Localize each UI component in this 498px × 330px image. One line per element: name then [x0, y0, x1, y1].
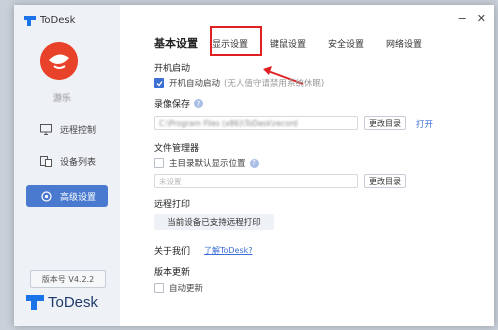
- settings-content: 基本设置 显示设置 键鼠设置 安全设置 网络设置 开机启动 开机自动启动 (无人…: [120, 5, 494, 326]
- sidebar-item-advanced-settings[interactable]: 高级设置: [26, 185, 108, 207]
- avatar[interactable]: [40, 42, 78, 80]
- files-checkbox[interactable]: [154, 158, 164, 168]
- remote-control-icon: [40, 123, 52, 135]
- section-title-about: 关于我们: [154, 247, 191, 257]
- tab-basic-settings[interactable]: 基本设置: [154, 35, 198, 51]
- sidebar-item-label: 高级设置: [60, 192, 97, 203]
- files-option[interactable]: 主目录默认显示位置 ?: [154, 157, 259, 169]
- todesk-logo-icon: [26, 295, 44, 310]
- settings-tabs: 基本设置 显示设置 键鼠设置 安全设置 网络设置: [154, 33, 444, 53]
- section-about: 关于我们 了解ToDesk?: [154, 244, 253, 257]
- sidebar-item-label: 设备列表: [60, 157, 97, 168]
- tab-network-settings[interactable]: 网络设置: [386, 37, 422, 50]
- recording-open-link[interactable]: 打开: [416, 118, 433, 130]
- startup-option[interactable]: 开机自动启动 (无人值守请禁用系统休眠): [154, 77, 324, 89]
- startup-label: 开机自动启动: [169, 79, 221, 89]
- highlight-box: [210, 26, 262, 56]
- sidebar-item-label: 远程控制: [60, 125, 97, 136]
- update-option[interactable]: 自动更新: [154, 282, 203, 294]
- files-path-placeholder: 未设置: [159, 176, 182, 186]
- section-title-recording: 录像保存: [154, 100, 191, 110]
- app-title-text: ToDesk: [40, 15, 76, 26]
- section-title-files: 文件管理器: [154, 144, 200, 154]
- sidebar: ToDesk 游乐 远程控制 设备列表 高级设置 版本号 V4.2.2 ToDe…: [14, 5, 120, 326]
- sidebar-item-remote-control[interactable]: 远程控制: [26, 118, 108, 140]
- auto-update-checkbox[interactable]: [154, 283, 164, 293]
- avatar-icon: [40, 42, 78, 80]
- section-title-remote-print: 远程打印: [154, 200, 191, 210]
- help-icon[interactable]: ?: [194, 99, 204, 108]
- recording-change-dir-button[interactable]: 更改目录: [364, 116, 406, 130]
- user-name: 游乐: [52, 94, 71, 104]
- bottom-brand-text: ToDesk: [48, 294, 99, 311]
- files-path-field[interactable]: 未设置: [154, 174, 358, 188]
- version-badge: 版本号 V4.2.2: [30, 270, 106, 288]
- recording-path-field[interactable]: C:\Program Files (x86)\ToDesk\record: [154, 116, 358, 130]
- sidebar-item-device-list[interactable]: 设备列表: [26, 150, 108, 172]
- recording-path-value: C:\Program Files (x86)\ToDesk\record: [159, 118, 298, 128]
- app-title: ToDesk: [24, 15, 75, 26]
- section-recording: 录像保存 ?: [154, 97, 204, 110]
- todesk-window: ToDesk 游乐 远程控制 设备列表 高级设置 版本号 V4.2.2 ToDe…: [14, 5, 494, 326]
- files-change-dir-button[interactable]: 更改目录: [364, 174, 406, 188]
- todesk-logo-icon: [24, 15, 36, 26]
- settings-icon: [40, 190, 52, 202]
- help-icon[interactable]: ?: [249, 158, 259, 168]
- remote-print-button[interactable]: 当前设备已支持远程打印: [154, 214, 274, 230]
- device-list-icon: [40, 155, 52, 167]
- tab-keyboard-mouse-settings[interactable]: 键鼠设置: [270, 37, 306, 50]
- startup-checkbox[interactable]: [154, 78, 164, 88]
- files-option-label: 主目录默认显示位置: [169, 159, 246, 169]
- about-link[interactable]: 了解ToDesk?: [204, 245, 253, 256]
- tab-security-settings[interactable]: 安全设置: [328, 37, 364, 50]
- section-title-update: 版本更新: [154, 268, 191, 278]
- section-title-startup: 开机启动: [154, 64, 191, 74]
- startup-hint: (无人值守请禁用系统休眠): [224, 79, 325, 89]
- bottom-brand: ToDesk: [26, 294, 98, 311]
- auto-update-label: 自动更新: [169, 284, 204, 294]
